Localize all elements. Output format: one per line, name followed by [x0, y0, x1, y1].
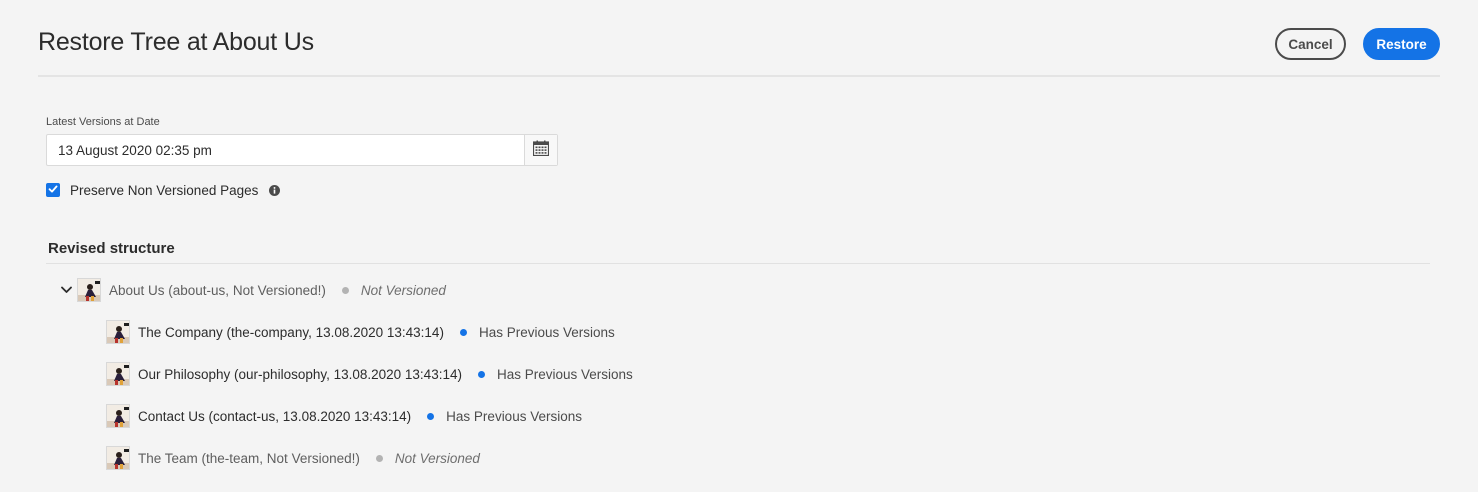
- chevron-down-icon[interactable]: [60, 284, 72, 296]
- page-thumbnail: [77, 278, 101, 302]
- status-text: Has Previous Versions: [478, 324, 615, 340]
- preserve-non-versioned-checkbox[interactable]: [46, 183, 60, 197]
- page-thumbnail: [106, 404, 130, 428]
- status-text: Not Versioned: [360, 282, 446, 298]
- tree-node-the-company: The Company (the-company, 13.08.2020 13:…: [106, 319, 615, 345]
- section-title: Revised structure: [48, 240, 175, 257]
- status-dot: [375, 454, 383, 462]
- date-input[interactable]: [47, 135, 524, 165]
- date-field-label: Latest Versions at Date: [46, 116, 160, 128]
- status-text: Not Versioned: [394, 450, 480, 466]
- preserve-non-versioned-label[interactable]: Preserve Non Versioned Pages: [70, 183, 258, 198]
- status-text: Has Previous Versions: [446, 408, 582, 424]
- tree-node-label[interactable]: About Us (about-us, Not Versioned!): [109, 283, 326, 298]
- dialog-header: Restore Tree at About Us Cancel Restore: [38, 0, 1440, 77]
- status-dot: [459, 328, 467, 336]
- preserve-non-versioned-row: Preserve Non Versioned Pages: [46, 181, 281, 199]
- tree-node-label[interactable]: Our Philosophy (our-philosophy, 13.08.20…: [138, 367, 462, 382]
- page-thumbnail: [106, 320, 130, 344]
- status-dot: [477, 370, 485, 378]
- section-divider: [46, 263, 1430, 264]
- page-title: Restore Tree at About Us: [38, 28, 314, 56]
- tree-node-our-philosophy: Our Philosophy (our-philosophy, 13.08.20…: [106, 361, 633, 387]
- tree-node-label[interactable]: The Company (the-company, 13.08.2020 13:…: [138, 325, 444, 340]
- status-text: Has Previous Versions: [496, 366, 633, 382]
- tree-node-contact-us: Contact Us (contact-us, 13.08.2020 13:43…: [106, 403, 582, 429]
- cancel-button[interactable]: Cancel: [1275, 28, 1346, 60]
- tree-node-label[interactable]: The Team (the-team, Not Versioned!): [138, 451, 360, 466]
- tree-node-label[interactable]: Contact Us (contact-us, 13.08.2020 13:43…: [138, 409, 411, 424]
- datepicker: [46, 134, 558, 166]
- tree-node-about-us: About Us (about-us, Not Versioned!) Not …: [60, 277, 446, 303]
- calendar-icon: [532, 140, 550, 161]
- page-thumbnail: [106, 446, 130, 470]
- page-thumbnail: [106, 362, 130, 386]
- checkmark-icon: [48, 181, 58, 199]
- status-dot: [427, 412, 435, 420]
- status-dot: [341, 286, 349, 294]
- info-icon[interactable]: [269, 184, 281, 196]
- calendar-button[interactable]: [524, 135, 557, 165]
- tree-node-the-team: The Team (the-team, Not Versioned!) Not …: [106, 445, 480, 471]
- restore-button[interactable]: Restore: [1363, 28, 1440, 60]
